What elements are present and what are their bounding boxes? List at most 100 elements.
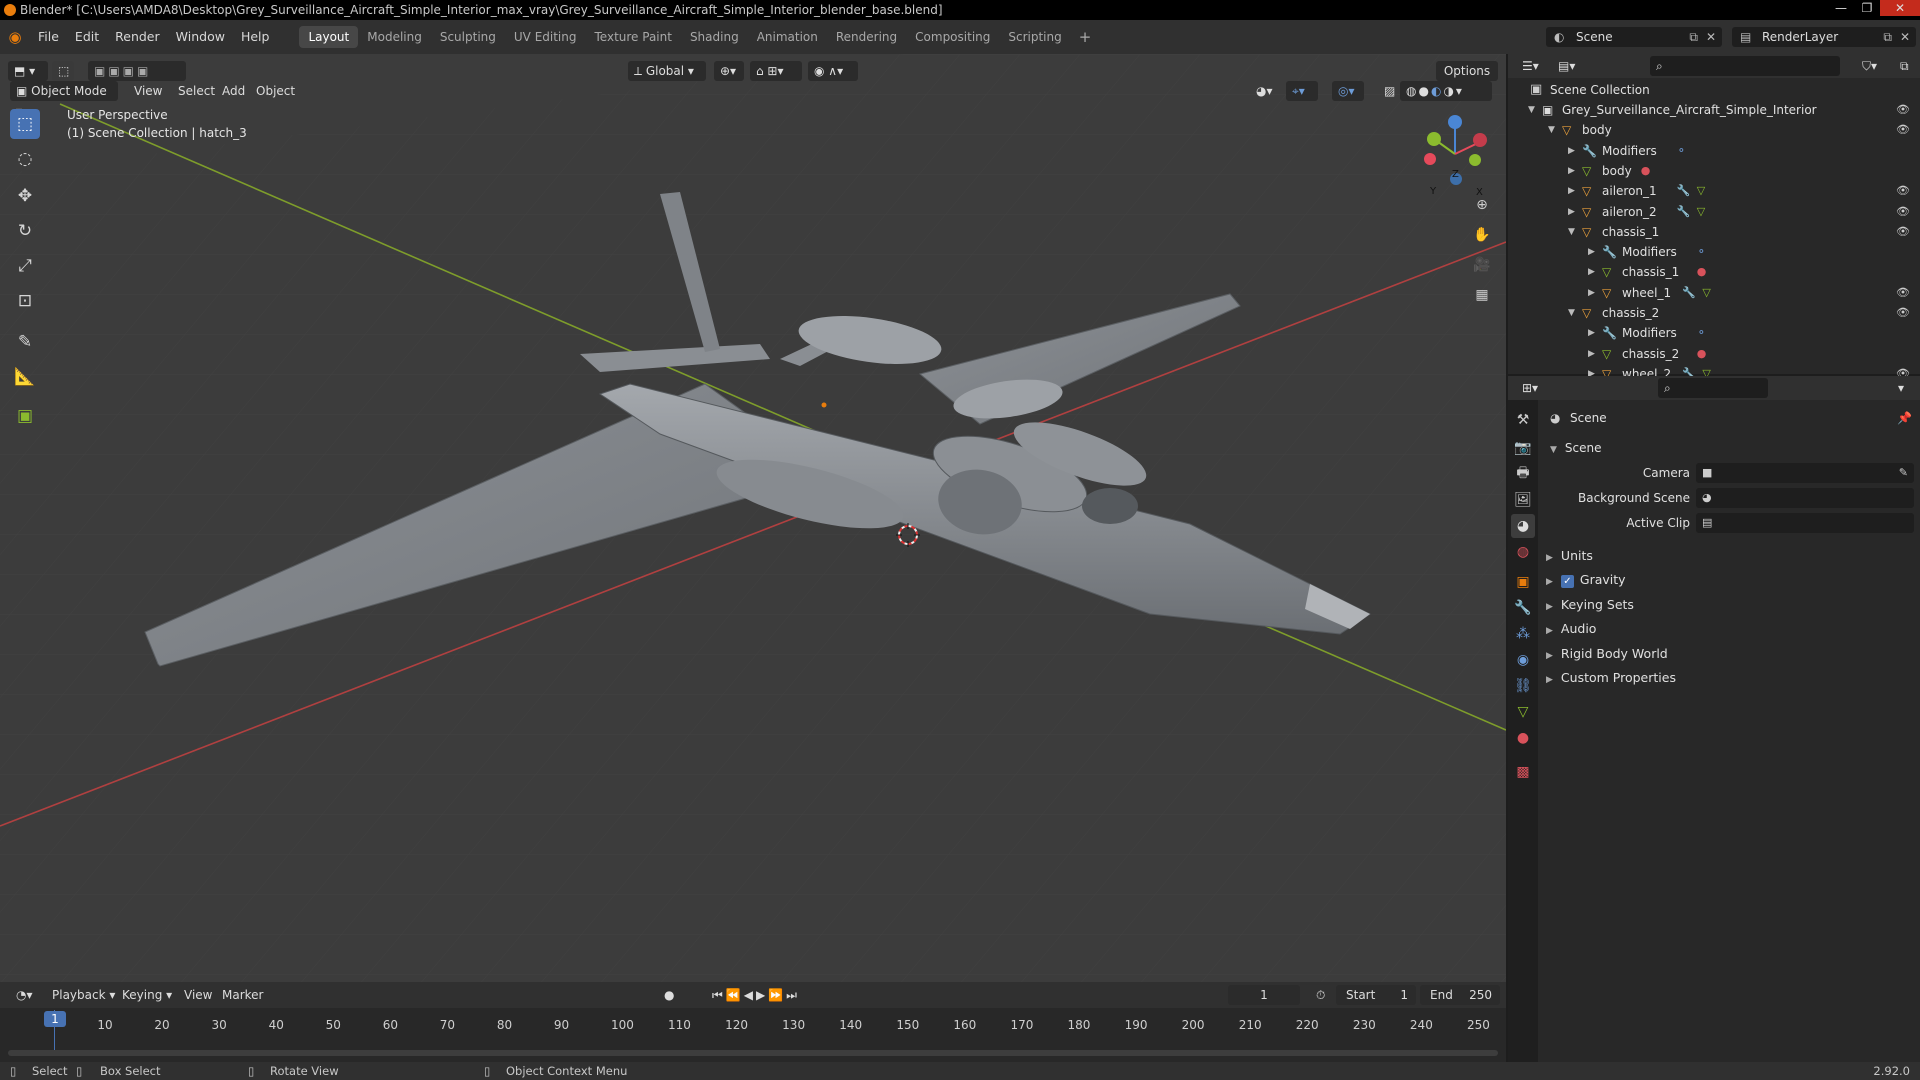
outliner-row[interactable]: ▶ ▽ chassis_2 ● (1508, 344, 1920, 364)
pan-hand-icon[interactable]: ✋ (1469, 222, 1495, 248)
modifier-icon[interactable]: ⚬ (1697, 242, 1706, 262)
keying-menu[interactable]: Keying ▾ (122, 985, 172, 1005)
collapsed-arrow-icon[interactable]: ▶ (1568, 161, 1575, 181)
move-tool-icon[interactable]: ✥ (10, 181, 40, 211)
outliner-row[interactable]: ▶ ▽ body ● (1508, 161, 1920, 181)
properties-editor-type-icon[interactable]: ⊞▾ (1516, 378, 1544, 398)
delete-scene-icon[interactable]: ✕ (1706, 27, 1716, 47)
menu-edit[interactable]: Edit (67, 20, 107, 54)
marker-menu[interactable]: Marker (222, 985, 263, 1005)
preview-range-icon[interactable]: ⏱ (1310, 985, 1332, 1005)
mesh-icon[interactable]: ▽ (1702, 283, 1710, 303)
outliner-row[interactable]: ▶ 🔧 Modifiers ⚬ (1508, 242, 1920, 262)
view-layer-tab-icon[interactable]: 🖼 (1511, 488, 1535, 512)
playhead-frame[interactable]: 1 (44, 1011, 66, 1027)
playback-controls[interactable]: ⏮⏪◀▶⏩⏭ (706, 985, 816, 1005)
outliner[interactable]: ☰▾ ▤▾ ⌕ ⛉▾ ⧉ ▣ Scene Collection ▼ ▣ Grey_S… (1508, 54, 1920, 381)
new-scene-icon[interactable]: ⧉ (1689, 27, 1698, 47)
display-mode-icon[interactable]: ▤▾ (1552, 56, 1580, 76)
scene-tab-icon[interactable]: ◕ (1511, 514, 1535, 538)
close-icon[interactable]: ✕ (1880, 0, 1920, 16)
material-icon[interactable]: ● (1641, 161, 1651, 181)
add-cube-tool-icon[interactable]: ▣ (10, 401, 40, 431)
menu-render[interactable]: Render (107, 20, 168, 54)
workspace-tab-layout[interactable]: Layout (299, 26, 359, 48)
collapsed-arrow-icon[interactable]: ▶ (1568, 202, 1575, 222)
workspace-tab-uv-editing[interactable]: UV Editing (505, 26, 586, 48)
menu-help[interactable]: Help (233, 20, 278, 54)
selection-mode-buttons[interactable]: ▣▣▣▣ (88, 61, 186, 81)
outliner-row[interactable]: ▼ ▽ chassis_2 👁 (1508, 303, 1920, 323)
properties-editor[interactable]: ⊞▾ ⌕ ▾ ⚒ 📷 🖶 🖼 ◕ ◍ ▣ 🔧 ⁂ ◉ ⛓ ▽ ● ▩ ◕ Sce… (1508, 376, 1920, 1062)
gravity-checkbox[interactable]: ✓ (1560, 575, 1574, 589)
mode-dropdown[interactable]: ▣ Object Mode ▾ (10, 81, 118, 118)
render-tab-icon[interactable]: 📷 (1511, 436, 1535, 460)
active-clip-field[interactable]: ▤ (1696, 513, 1914, 533)
outliner-row[interactable]: ▶ ▽ aileron_1 🔧 ▽ 👁 (1508, 181, 1920, 201)
expanded-arrow-icon[interactable]: ▼ (1568, 303, 1575, 323)
world-tab-icon[interactable]: ◍ (1511, 540, 1535, 564)
mesh-icon[interactable]: ▽ (1697, 181, 1705, 201)
proportional-edit-icon[interactable]: ◉ ∧▾ (808, 61, 858, 81)
background-scene-field[interactable]: ◕ (1696, 488, 1914, 508)
start-frame-field[interactable]: Start 1 (1336, 985, 1416, 1005)
section-rigid-body-world[interactable]: ▶ Rigid Body World (1546, 646, 1668, 661)
zoom-icon[interactable]: ⊕ (1469, 192, 1495, 218)
eye-icon[interactable]: 👁 (1896, 303, 1910, 323)
current-frame-field[interactable]: 1 (1228, 985, 1300, 1005)
eye-icon[interactable]: 👁 (1896, 100, 1910, 120)
modifier-icon[interactable]: ⚬ (1677, 141, 1686, 161)
visibility-icon[interactable]: ◕▾ (1250, 81, 1282, 101)
workspace-tab-shading[interactable]: Shading (681, 26, 748, 48)
camera-view-icon[interactable]: 🎥 (1469, 252, 1495, 278)
maximize-icon[interactable]: ❐ (1854, 0, 1880, 16)
scale-tool-icon[interactable]: ⤢ (10, 251, 40, 281)
wrench-icon[interactable]: 🔧 (1677, 181, 1691, 201)
rotate-tool-icon[interactable]: ↻ (10, 216, 40, 246)
outliner-row[interactable]: ▶ 🔧 Modifiers ⚬ (1508, 141, 1920, 161)
shading-mode-buttons[interactable]: ◍●◐◑▾ (1400, 81, 1492, 101)
output-tab-icon[interactable]: 🖶 (1511, 462, 1535, 486)
scene-selector[interactable]: ◐ Scene ⧉ ✕ (1546, 27, 1722, 47)
scene-panel-header[interactable]: ▼ Scene (1546, 438, 1916, 458)
eye-icon[interactable]: 👁 (1896, 181, 1910, 201)
collapsed-arrow-icon[interactable]: ▶ (1588, 283, 1595, 303)
material-icon[interactable]: ● (1697, 262, 1707, 282)
section-keying-sets[interactable]: ▶ Keying Sets (1546, 597, 1634, 612)
transform-orientation-dropdown[interactable]: ⟂ Global ▾ (628, 61, 706, 81)
section-audio[interactable]: ▶ Audio (1546, 621, 1596, 636)
measure-tool-icon[interactable]: 📐 (10, 362, 40, 392)
collapsed-arrow-icon[interactable]: ▶ (1588, 323, 1595, 343)
collapsed-arrow-icon[interactable]: ▶ (1588, 262, 1595, 282)
end-frame-field[interactable]: End 250 (1420, 985, 1500, 1005)
gizmo-toggle-icon[interactable]: ⌖▾ (1286, 81, 1318, 101)
workspace-tab-texture-paint[interactable]: Texture Paint (586, 26, 681, 48)
collapsed-arrow-icon[interactable]: ▶ (1588, 344, 1595, 364)
expanded-arrow-icon[interactable]: ▼ (1548, 120, 1555, 140)
section-custom-properties[interactable]: ▶ Custom Properties (1546, 670, 1676, 685)
expanded-arrow-icon[interactable]: ▼ (1528, 100, 1535, 120)
workspace-tab-animation[interactable]: Animation (748, 26, 827, 48)
filter-icon[interactable]: ⛉▾ (1856, 56, 1886, 76)
properties-search-input[interactable]: ⌕ (1658, 378, 1768, 398)
material-tab-icon[interactable]: ● (1511, 726, 1535, 750)
wrench-icon[interactable]: 🔧 (1677, 202, 1691, 222)
camera-field[interactable]: ■ ✎ (1696, 463, 1914, 483)
delete-layer-icon[interactable]: ✕ (1900, 27, 1910, 47)
workspace-tab-rendering[interactable]: Rendering (827, 26, 906, 48)
timeline-editor[interactable]: ◔▾ Playback ▾ Keying ▾ View Marker ● ⏮⏪◀… (0, 982, 1506, 1062)
modifier-icon[interactable]: ⚬ (1697, 323, 1706, 343)
select-box-tool-icon[interactable]: ⬚ (10, 109, 40, 139)
eyedropper-icon[interactable]: ✎ (1899, 463, 1908, 483)
view-menu[interactable]: View (134, 81, 162, 101)
scene-collection-row[interactable]: ▣ Scene Collection (1508, 80, 1920, 100)
collapsed-arrow-icon[interactable]: ▶ (1588, 242, 1595, 262)
annotate-tool-icon[interactable]: ✎ (10, 327, 40, 357)
3d-viewport[interactable]: Z Y X ⬒ ▾ ⬚ ▣▣▣▣ ⟂ Global ▾ ⊕▾ ⌂ ⊞▾ ◉ ∧▾… (0, 54, 1506, 982)
xray-icon[interactable]: ▨ (1378, 81, 1395, 101)
new-collection-icon[interactable]: ⧉ (1894, 56, 1914, 76)
record-icon[interactable]: ● (658, 985, 682, 1005)
section-gravity[interactable]: ▶ ✓ Gravity (1546, 572, 1626, 589)
new-layer-icon[interactable]: ⧉ (1883, 27, 1892, 47)
menu-file[interactable]: File (30, 20, 67, 54)
